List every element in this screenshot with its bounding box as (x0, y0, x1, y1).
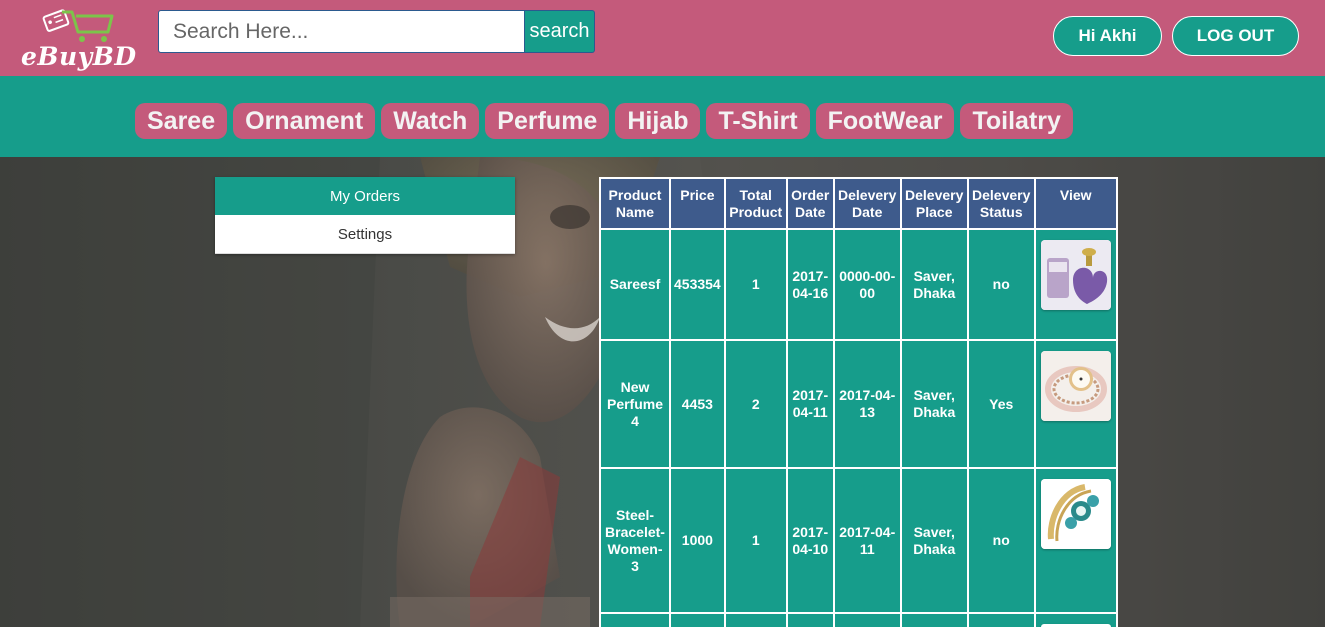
cell-delivery-date: 2017-04-11 (832, 467, 902, 614)
cell-delivery-place: Saver, Dhaka (899, 228, 969, 341)
menu-item-settings[interactable]: Settings (215, 215, 515, 254)
shopping-cart-icon (42, 9, 114, 42)
cell-product-name: New Perfume 4 (599, 339, 671, 469)
cell-product-name: Steel-Bracelet-Women-3 (599, 467, 671, 614)
category-hijab[interactable]: Hijab (615, 103, 701, 139)
account-side-menu: My Orders Settings (215, 177, 515, 254)
cell-delivery-date: 2017-04-13 (832, 339, 902, 469)
category-ornament[interactable]: Ornament (233, 103, 376, 139)
brand-logo[interactable]: eBuyBD (18, 6, 138, 71)
cell-view (1033, 467, 1118, 614)
category-bar: Saree Ornament Watch Perfume Hijab T-Shi… (0, 76, 1325, 157)
column-header-delivery-date: Delevery Date (832, 177, 902, 230)
table-row: Sareesf 453354 1 2017-04-16 0000-00-00 S… (599, 228, 1118, 341)
table-header-row: Product Name Price Total Product Order D… (599, 177, 1118, 230)
cell-delivery-place: Saver, Dhaka (899, 467, 969, 614)
table-row: New Perfume 4 4453 2 2017-04-11 2017-04-… (599, 339, 1118, 469)
cell-price: 4453 (669, 339, 726, 469)
orders-table: Product Name Price Total Product Order D… (599, 177, 1118, 627)
cell-total-product: 1 (723, 228, 788, 341)
cell-total-product: 2 (723, 339, 788, 469)
category-footwear[interactable]: FootWear (815, 103, 955, 139)
search-bar: search (158, 10, 595, 53)
logout-button[interactable]: LOG OUT (1172, 16, 1299, 56)
cell-delivery-status: Yes (966, 339, 1036, 469)
gem-bracelet-image[interactable] (1040, 479, 1111, 549)
cell-product-name: Sareesf (599, 228, 671, 341)
category-toilatry[interactable]: Toilatry (960, 103, 1073, 139)
column-header-delivery-place: Delevery Place (899, 177, 969, 230)
cell-delivery-status: no (966, 467, 1036, 614)
column-header-product-name: Product Name (599, 177, 671, 230)
table-row: Steel-Bracelet-Women-3 1000 1 2017-04-10… (599, 467, 1118, 614)
category-saree[interactable]: Saree (135, 103, 228, 139)
category-perfume[interactable]: Perfume (485, 103, 610, 139)
cell-delivery-date: 0000-00-00 (832, 228, 902, 341)
search-input[interactable] (158, 10, 525, 53)
brand-name: eBuyBD (21, 42, 137, 71)
cell-delivery-place: Saver, Dhaka (899, 339, 969, 469)
column-header-view: View (1033, 177, 1118, 230)
bracelet-watch-image[interactable] (1040, 351, 1111, 421)
cell-order-date: 2017-04-16 (785, 228, 835, 341)
cell-view (1033, 612, 1118, 627)
cell-order-date: 2017-04-10 (785, 467, 835, 614)
cell-view (1033, 228, 1118, 341)
cell-total-product: 1 (723, 467, 788, 614)
cell-price: 453354 (669, 228, 726, 341)
search-button[interactable]: search (525, 10, 595, 53)
category-list: Saree Ornament Watch Perfume Hijab T-Shi… (135, 103, 1073, 139)
column-header-total-product: Total Product (723, 177, 788, 230)
perfume-bottle-image[interactable] (1040, 240, 1111, 310)
cell-price: 1000 (669, 467, 726, 614)
cell-order-date: 2017-04-11 (785, 339, 835, 469)
column-header-delivery-status: Delevery Status (966, 177, 1036, 230)
column-header-price: Price (669, 177, 726, 230)
category-tshirt[interactable]: T-Shirt (706, 103, 810, 139)
cell-delivery-status: no (966, 228, 1036, 341)
category-watch[interactable]: Watch (381, 103, 480, 139)
menu-item-my-orders[interactable]: My Orders (215, 177, 515, 215)
top-header: eBuyBD search Hi Akhi LOG OUT (0, 0, 1325, 76)
table-row (599, 612, 1118, 627)
user-greeting-button[interactable]: Hi Akhi (1053, 16, 1162, 56)
column-header-order-date: Order Date (785, 177, 835, 230)
cell-view (1033, 339, 1118, 469)
